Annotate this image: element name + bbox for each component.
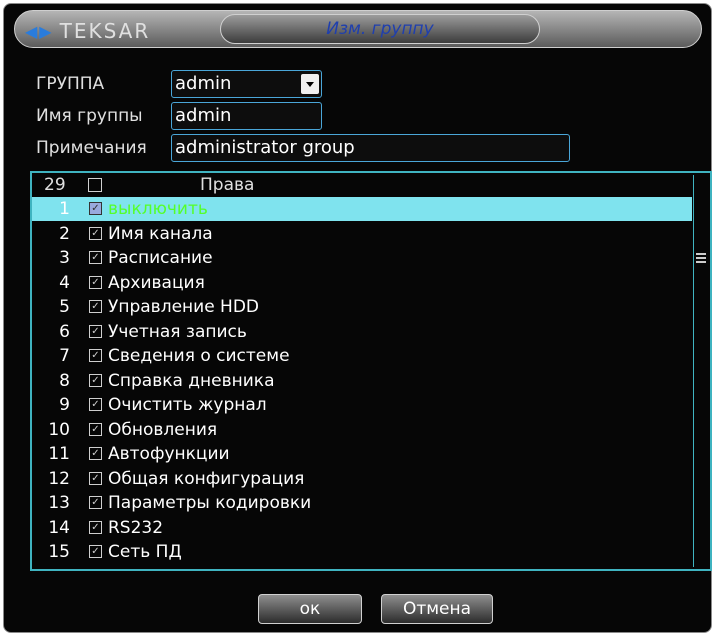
checkbox-checked-icon[interactable]: ✓ bbox=[89, 447, 102, 460]
notes-input[interactable]: administrator group bbox=[171, 134, 570, 162]
list-item-label: Сведения о системе bbox=[108, 346, 290, 366]
brand-logo: ◀▶ TEKSAR bbox=[25, 19, 151, 43]
list-item-number: 1 bbox=[59, 199, 70, 219]
list-item[interactable]: 10 ✓ Обновления bbox=[32, 418, 692, 442]
cancel-button[interactable]: Отмена bbox=[381, 594, 493, 624]
list-item-label: выключить bbox=[108, 199, 208, 219]
list-item-label: Учетная запись bbox=[108, 321, 247, 342]
scroll-thumb[interactable] bbox=[696, 253, 706, 263]
notes-value: administrator group bbox=[175, 137, 355, 158]
list-item-number: 12 bbox=[48, 468, 70, 489]
list-item[interactable]: 8 ✓ Справка дневника bbox=[32, 369, 692, 393]
list-item[interactable]: 3 ✓ Расписание bbox=[32, 246, 692, 270]
checkbox-checked-icon[interactable]: ✓ bbox=[89, 422, 102, 436]
checkbox-checked-icon[interactable]: ✓ bbox=[89, 520, 102, 534]
list-item-label: Автофункции bbox=[108, 444, 230, 464]
list-item[interactable]: 1 ✓ выключить bbox=[32, 197, 692, 221]
list-item[interactable]: 2 ✓ Имя канала bbox=[32, 222, 692, 246]
list-item[interactable]: 11 ✓ Автофункции bbox=[32, 442, 692, 466]
list-item-number: 10 bbox=[48, 419, 70, 440]
list-item[interactable]: 14 ✓ RS232 bbox=[32, 516, 692, 540]
list-item-number: 7 bbox=[59, 346, 70, 366]
ok-button[interactable]: ок bbox=[258, 594, 362, 624]
checkbox-checked-icon[interactable]: ✓ bbox=[89, 373, 102, 387]
checkbox-checked-icon[interactable]: ✓ bbox=[89, 349, 102, 362]
checkbox-checked-icon[interactable]: ✓ bbox=[89, 226, 102, 240]
list-item-number: 2 bbox=[59, 223, 70, 244]
checkbox-checked-icon[interactable]: ✓ bbox=[89, 496, 102, 509]
group-name-label: Имя группы bbox=[36, 106, 143, 126]
list-item-label: Имя канала bbox=[108, 223, 213, 244]
checkbox-checked-icon[interactable]: ✓ bbox=[89, 545, 102, 558]
checkbox-checked-icon[interactable]: ✓ bbox=[89, 398, 102, 411]
rights-count: 29 bbox=[44, 175, 66, 195]
list-item-number: 4 bbox=[59, 272, 70, 293]
chevron-down-icon[interactable] bbox=[301, 74, 319, 94]
title-bar: ◀▶ TEKSAR Изм. группу bbox=[14, 10, 702, 48]
list-item-label: RS232 bbox=[108, 517, 164, 538]
group-name-value: admin bbox=[175, 105, 232, 126]
checkbox-checked-icon[interactable]: ✓ bbox=[89, 471, 102, 485]
edit-group-dialog: ◀▶ TEKSAR Изм. группу ГРУППА admin Имя г… bbox=[3, 3, 712, 633]
group-name-input[interactable]: admin bbox=[171, 102, 322, 130]
list-item[interactable]: 9 ✓ Очистить журнал bbox=[32, 393, 692, 417]
list-item[interactable]: 6 ✓ Учетная запись bbox=[32, 320, 692, 344]
list-item[interactable]: 13 ✓ Параметры кодировки bbox=[32, 491, 692, 515]
list-item[interactable]: 12 ✓ Общая конфигурация bbox=[32, 467, 692, 491]
checkbox-checked-icon[interactable]: ✓ bbox=[89, 324, 102, 338]
logo-text: TEKSAR bbox=[59, 19, 151, 43]
list-item-number: 5 bbox=[59, 297, 70, 317]
list-item-number: 14 bbox=[48, 517, 70, 538]
list-item-label: Сеть ПД bbox=[108, 542, 182, 562]
list-item-number: 11 bbox=[48, 444, 70, 464]
rights-column-title: Права bbox=[200, 175, 255, 195]
scrollbar[interactable] bbox=[693, 175, 708, 567]
list-item-label: Справка дневника bbox=[108, 370, 275, 391]
list-item[interactable]: 7 ✓ Сведения о системе bbox=[32, 344, 692, 368]
list-item-label: Расписание bbox=[108, 248, 213, 268]
list-item-number: 6 bbox=[59, 321, 70, 342]
checkbox-checked-icon[interactable]: ✓ bbox=[89, 275, 102, 289]
list-item-label: Управление HDD bbox=[108, 297, 260, 317]
list-item-label: Очистить журнал bbox=[108, 395, 267, 415]
rights-list-header: 29 Права bbox=[32, 173, 692, 197]
checkbox-checked-icon[interactable]: ✓ bbox=[89, 202, 102, 215]
list-item-label: Параметры кодировки bbox=[108, 493, 312, 513]
list-item-label: Обновления bbox=[108, 419, 218, 440]
list-item-number: 13 bbox=[48, 493, 70, 513]
window-title-text: Изм. группу bbox=[326, 19, 434, 39]
list-item-number: 8 bbox=[59, 370, 70, 391]
logo-diamond-icon: ◀▶ bbox=[25, 21, 54, 41]
window-title: Изм. группу bbox=[220, 14, 540, 44]
list-item-number: 3 bbox=[59, 248, 70, 268]
list-item-label: Архивация bbox=[108, 272, 205, 293]
list-item-label: Общая конфигурация bbox=[108, 468, 305, 489]
group-dropdown-value: admin bbox=[175, 73, 232, 94]
checkbox-checked-icon[interactable]: ✓ bbox=[89, 251, 102, 264]
select-all-checkbox[interactable] bbox=[88, 178, 102, 192]
rights-list: 29 Права 1 ✓ выключить 2 ✓ Имя канала 3 ✓ Распис… bbox=[30, 171, 712, 571]
list-item[interactable]: 5 ✓ Управление HDD bbox=[32, 295, 692, 319]
checkbox-checked-icon[interactable]: ✓ bbox=[89, 300, 102, 313]
list-item-number: 15 bbox=[48, 542, 70, 562]
notes-label: Примечания bbox=[36, 138, 147, 158]
group-label: ГРУППА bbox=[36, 74, 105, 94]
list-item[interactable]: 15 ✓ Сеть ПД bbox=[32, 540, 692, 564]
group-dropdown[interactable]: admin bbox=[171, 70, 322, 98]
list-item-number: 9 bbox=[59, 395, 70, 415]
list-item[interactable]: 4 ✓ Архивация bbox=[32, 271, 692, 295]
